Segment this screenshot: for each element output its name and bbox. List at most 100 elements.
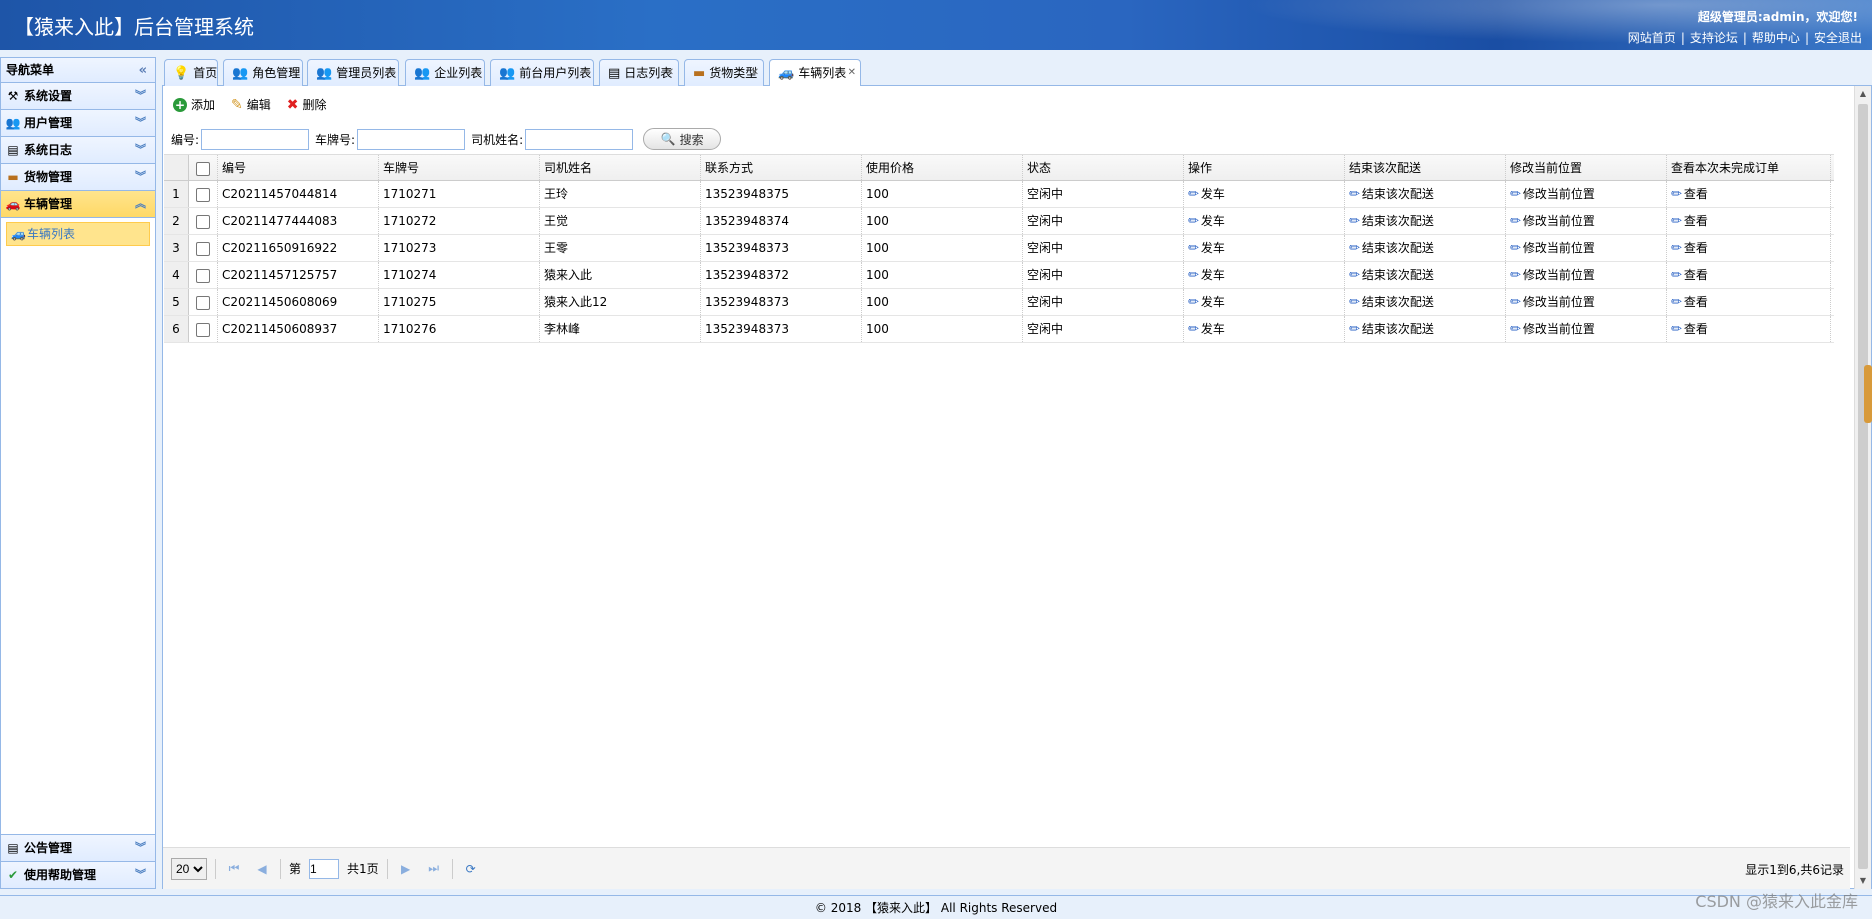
users-icon: 👥 [5,116,21,130]
row-checkbox[interactable] [196,241,210,256]
edit-button[interactable]: ✎ 编辑 [231,96,271,113]
tab-company-list[interactable]: 👥 企业列表 ✕ [405,59,485,86]
dispatch-link[interactable]: ✏ 发车 [1188,241,1225,256]
column-header[interactable]: 车牌号 [379,155,540,180]
tab-goods-type[interactable]: ▬ 货物类型 ✕ [684,59,764,86]
menu-system-log[interactable]: ▤ 系统日志 ︾ [1,137,155,164]
close-icon[interactable]: ✕ [666,60,674,85]
dispatch-link[interactable]: ✏ 发车 [1188,214,1225,229]
end-delivery-link[interactable]: ✏ 结束该次配送 [1349,322,1434,337]
close-icon[interactable]: ✕ [751,60,759,85]
view-orders-link[interactable]: ✏ 查看 [1671,187,1708,202]
close-icon[interactable]: ✕ [472,60,480,85]
view-orders-link[interactable]: ✏ 查看 [1671,241,1708,256]
close-icon[interactable]: ✕ [848,60,856,85]
column-header[interactable]: 结束该次配送 [1345,155,1506,180]
dispatch-link[interactable]: ✏ 发车 [1188,322,1225,337]
menu-announcement[interactable]: ▤ 公告管理 ︾ [1,834,155,861]
view-orders-link[interactable]: ✏ 查看 [1671,295,1708,310]
next-page-icon[interactable]: ▶ [396,862,416,876]
update-location-link[interactable]: ✏ 修改当前位置 [1510,214,1595,229]
table-row[interactable]: 1 C20211457044814 1710271 王玲 13523948375 100 空… [164,181,1834,208]
column-header[interactable]: 联系方式 [701,155,862,180]
end-delivery-link[interactable]: ✏ 结束该次配送 [1349,268,1434,283]
link-home[interactable]: 网站首页 [1628,31,1676,45]
tab-frontend-users[interactable]: 👥 前台用户列表 ✕ [490,59,594,86]
update-location-link[interactable]: ✏ 修改当前位置 [1510,268,1595,283]
driver-input[interactable] [525,128,634,150]
tab-home[interactable]: 💡 首页 [164,59,218,86]
sidebar-item-vehicle-list[interactable]: 🚙 车辆列表 [6,222,150,246]
action-label: 发车 [1200,295,1225,309]
update-location-link[interactable]: ✏ 修改当前位置 [1510,295,1595,310]
menu-system-settings[interactable]: ⚒ 系统设置 ︾ [1,83,155,110]
row-checkbox[interactable] [196,187,210,202]
cell-phone: 13523948374 [701,208,862,234]
collapse-icon[interactable]: « [139,58,147,83]
column-header[interactable]: 状态 [1023,155,1184,180]
row-checkbox[interactable] [196,214,210,229]
menu-goods-management[interactable]: ▬ 货物管理 ︾ [1,164,155,191]
link-help[interactable]: 帮助中心 [1752,31,1800,45]
menu-vehicle-management[interactable]: 🚗 车辆管理 ︽ [1,191,155,218]
plate-input[interactable] [357,128,466,150]
scroll-thumb[interactable] [1858,104,1868,869]
select-all-checkbox[interactable] [196,161,210,176]
row-checkbox-cell [189,235,218,261]
sn-input[interactable] [201,128,310,150]
column-header[interactable]: 编号 [218,155,379,180]
update-location-link[interactable]: ✏ 修改当前位置 [1510,187,1595,202]
end-delivery-link[interactable]: ✏ 结束该次配送 [1349,295,1434,310]
end-delivery-link[interactable]: ✏ 结束该次配送 [1349,187,1434,202]
view-orders-link[interactable]: ✏ 查看 [1671,214,1708,229]
menu-help-management[interactable]: ✔ 使用帮助管理 ︾ [1,861,155,888]
last-page-icon[interactable]: ⏭ [424,861,444,876]
column-header[interactable]: 司机姓名 [540,155,701,180]
link-forum[interactable]: 支持论坛 [1690,31,1738,45]
scroll-down-icon[interactable]: ▼ [1855,873,1871,889]
vertical-scrollbar[interactable]: ▲ ▼ [1854,86,1871,889]
side-handle[interactable] [1864,365,1872,423]
tab-vehicle-list[interactable]: 🚙 车辆列表 ✕ [769,59,861,87]
column-header[interactable]: 使用价格 [862,155,1023,180]
scroll-up-icon[interactable]: ▲ [1855,86,1871,102]
menu-user-management[interactable]: 👥 用户管理 ︾ [1,110,155,137]
tab-log-list[interactable]: ▤ 日志列表 ✕ [599,59,679,86]
first-page-icon[interactable]: ⏮ [224,861,244,876]
table-row[interactable]: 3 C20211650916922 1710273 王零 13523948373 100 空… [164,235,1834,262]
row-checkbox[interactable] [196,268,210,283]
dispatch-link[interactable]: ✏ 发车 [1188,268,1225,283]
delete-button[interactable]: ✖ 删除 [287,96,327,113]
close-icon[interactable]: ✕ [290,60,298,85]
view-orders-link[interactable]: ✏ 查看 [1671,322,1708,337]
column-header[interactable]: 修改当前位置 [1506,155,1667,180]
page-input[interactable] [309,858,340,879]
prev-page-icon[interactable]: ◀ [252,862,272,876]
close-icon[interactable]: ✕ [386,60,394,85]
end-delivery-link[interactable]: ✏ 结束该次配送 [1349,241,1434,256]
table-row[interactable]: 4 C20211457125757 1710274 猿来入此 13523948372 10… [164,262,1834,289]
table-row[interactable]: 6 C20211450608937 1710276 李林峰 13523948373 100… [164,316,1834,343]
add-button[interactable]: + 添加 [173,96,215,113]
view-orders-link[interactable]: ✏ 查看 [1671,268,1708,283]
row-checkbox[interactable] [196,295,210,310]
tab-admin-list[interactable]: 👥 管理员列表 ✕ [307,59,399,86]
refresh-icon[interactable]: ⟳ [461,862,481,876]
close-icon[interactable]: ✕ [581,60,589,85]
page-size-select[interactable]: 20 [171,857,207,880]
column-header[interactable]: 查看本次未完成订单 [1667,155,1831,180]
dispatch-link[interactable]: ✏ 发车 [1188,187,1225,202]
table-row[interactable]: 5 C20211450608069 1710275 猿来入此12 13523948373… [164,289,1834,316]
cell-dispatch: ✏ 发车 [1184,208,1345,234]
end-delivery-link[interactable]: ✏ 结束该次配送 [1349,214,1434,229]
search-button[interactable]: 🔍 搜索 [643,128,722,150]
update-location-link[interactable]: ✏ 修改当前位置 [1510,241,1595,256]
dispatch-link[interactable]: ✏ 发车 [1188,295,1225,310]
row-checkbox[interactable] [196,322,210,337]
update-location-link[interactable]: ✏ 修改当前位置 [1510,322,1595,337]
link-logout[interactable]: 安全退出 [1814,31,1862,45]
column-header[interactable]: 操作 [1184,155,1345,180]
tab-role-management[interactable]: 👥 角色管理 ✕ [223,59,303,86]
table-row[interactable]: 2 C20211477444083 1710272 王觉 13523948374 100 空… [164,208,1834,235]
row-checkbox-cell [189,262,218,288]
